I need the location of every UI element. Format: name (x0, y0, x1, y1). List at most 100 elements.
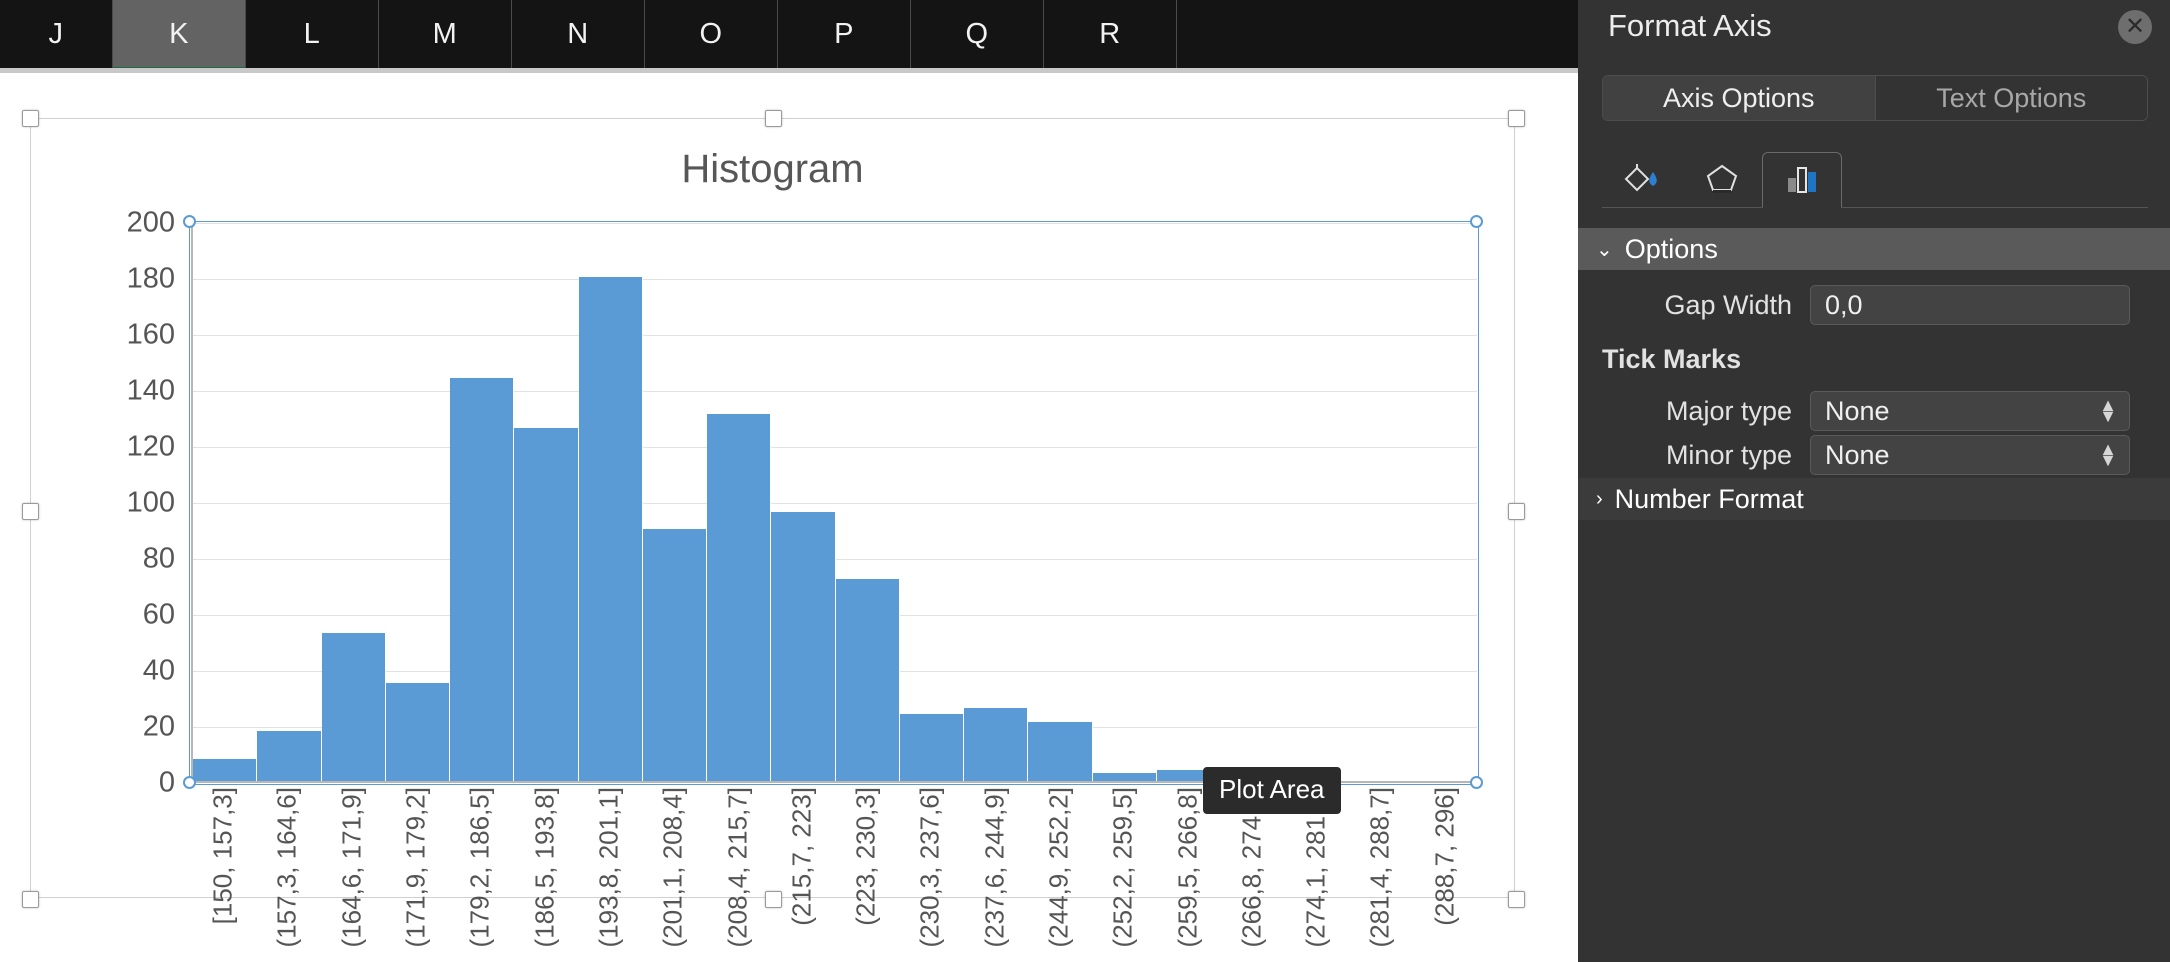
column-header-row: J K L M N O P Q R (0, 0, 1578, 72)
y-axis-tick-label: 160 (126, 318, 175, 351)
x-axis-tick-label-cell: (201,1, 208,4] (641, 787, 705, 962)
chart-handle-top-center[interactable] (765, 110, 782, 127)
chart-handle-top-right[interactable] (1508, 110, 1525, 127)
chart-handle-top-left[interactable] (22, 110, 39, 127)
y-axis-tick-label: 120 (126, 430, 175, 463)
bar[interactable] (578, 277, 643, 781)
bar[interactable] (450, 377, 515, 781)
x-axis-tick-label-cell: (186,5, 193,8] (512, 787, 576, 962)
format-axis-panel: Format Axis ✕ Axis Options Text Options (1578, 0, 2170, 962)
plot-handle-top-left[interactable] (183, 215, 196, 228)
x-axis-tick-label-cell: (230,3, 237,6] (898, 787, 962, 962)
options-section-header[interactable]: ⌄ Options (1578, 228, 2170, 270)
column-header-l[interactable]: L (246, 0, 379, 68)
x-axis-tick-label: (252,2, 259,5] (1107, 787, 1138, 948)
panel-icon-tab-group (1602, 152, 2148, 208)
x-axis-tick-label-cell: (208,4, 215,7] (705, 787, 769, 962)
major-type-row: Major type None ▲ ▼ (1578, 388, 2170, 434)
plot-handle-top-right[interactable] (1470, 215, 1483, 228)
bar-series[interactable] (193, 223, 1477, 781)
y-axis-tick-label: 100 (126, 486, 175, 519)
column-header-r[interactable]: R (1044, 0, 1177, 68)
column-header-label: P (834, 17, 854, 50)
bar[interactable] (899, 713, 964, 781)
chart-handle-bottom-left[interactable] (22, 891, 39, 908)
bar[interactable] (193, 758, 258, 781)
column-header-o[interactable]: O (645, 0, 778, 68)
bar[interactable] (964, 708, 1029, 781)
options-section-label: Options (1624, 233, 1718, 264)
x-axis-tick-label-cell: (171,9, 179,2] (384, 787, 448, 962)
close-icon[interactable]: ✕ (2118, 10, 2152, 44)
effects-icon[interactable] (1682, 151, 1762, 207)
x-axis-tick-label-cell: (157,3, 164,6] (255, 787, 319, 962)
x-axis-tick-label: (215,7, 223] (786, 787, 817, 926)
column-header-j[interactable]: J (0, 0, 113, 68)
major-type-value: None (1825, 395, 1890, 426)
chart-plot-wrapper: 200 180 160 140 120 100 80 60 40 20 0 (119, 207, 1483, 799)
column-header-label: O (699, 17, 723, 50)
bar[interactable] (1092, 772, 1157, 781)
bar[interactable] (642, 529, 707, 781)
app-root: JKLMNOPQR Histogram 200 180 160 140 120 100 80… (0, 0, 2170, 962)
plot-area[interactable] (191, 223, 1477, 783)
plot-handle-bottom-right[interactable] (1470, 776, 1483, 789)
x-axis-tick-label: (179,2, 186,5] (464, 787, 495, 948)
x-axis-tick-label-cell: (244,9, 252,2] (1027, 787, 1091, 962)
x-axis-tick-label: (157,3, 164,6] (271, 787, 302, 948)
chart-handle-middle-right[interactable] (1508, 503, 1525, 520)
x-axis-tick-label: (237,6, 244,9] (979, 787, 1010, 948)
chevron-down-icon: ⌄ (1596, 238, 1613, 261)
major-type-select[interactable]: None ▲ ▼ (1810, 391, 2130, 431)
bar[interactable] (321, 632, 386, 781)
minor-type-select[interactable]: None ▲ ▼ (1810, 435, 2130, 475)
y-axis-tick-label: 60 (142, 598, 175, 631)
bar[interactable] (257, 730, 322, 781)
column-header-p[interactable]: P (778, 0, 911, 68)
tab-label: Axis Options (1662, 82, 1815, 113)
column-header-q[interactable]: Q (911, 0, 1044, 68)
x-axis-tick-label-cell: (252,2, 259,5] (1091, 787, 1155, 962)
x-axis-tick-label: (193,8, 201,1] (593, 787, 624, 948)
x-axis-tick-label: (164,6, 171,9] (336, 787, 367, 948)
gap-width-input[interactable]: 0,0 (1810, 285, 2130, 325)
chevron-right-icon: › (1596, 487, 1603, 510)
x-axis-tick-label-cell: (215,7, 223] (770, 787, 834, 962)
chart-handle-middle-left[interactable] (22, 503, 39, 520)
x-axis-tick-label: [150, 157,3] (207, 787, 238, 925)
column-header-k[interactable]: K (113, 0, 246, 72)
tab-label: Text Options (1936, 82, 2087, 113)
bar[interactable] (514, 428, 579, 781)
x-axis-tick-label: (186,5, 193,8] (529, 787, 560, 948)
axis-options-icon[interactable] (1762, 152, 1842, 208)
bar[interactable] (1028, 722, 1093, 781)
minor-type-row: Minor type None ▲ ▼ (1578, 432, 2170, 478)
y-axis-tick-labels[interactable]: 200 180 160 140 120 100 80 60 40 20 0 (119, 207, 183, 799)
chart-handle-bottom-right[interactable] (1508, 891, 1525, 908)
column-header-n[interactable]: N (512, 0, 645, 68)
stepper-icon[interactable]: ▲ ▼ (2099, 396, 2117, 425)
bar[interactable] (385, 683, 450, 781)
tab-text-options[interactable]: Text Options (1874, 76, 2147, 120)
bar[interactable] (707, 414, 772, 781)
x-axis-tick-label: (259,5, 266,8] (1172, 787, 1203, 948)
chart-object[interactable]: Histogram 200 180 160 140 120 100 80 60 40 20 0 [1… (22, 110, 1525, 947)
chart-handle-bottom-center[interactable] (765, 891, 782, 908)
x-axis-tick-label: (223, 230,3] (850, 787, 881, 926)
x-axis-tick-label: (208,4, 215,7] (722, 787, 753, 948)
tab-axis-options[interactable]: Axis Options (1603, 76, 1875, 120)
column-header-m[interactable]: M (379, 0, 512, 68)
minor-type-value: None (1825, 439, 1890, 470)
y-axis-tick-label: 180 (126, 262, 175, 295)
plot-handle-bottom-left[interactable] (183, 776, 196, 789)
bar[interactable] (835, 579, 900, 781)
chart-title[interactable]: Histogram (31, 147, 1514, 192)
fill-and-line-icon[interactable] (1602, 151, 1682, 207)
stepper-icon[interactable]: ▲ ▼ (2099, 440, 2117, 469)
y-axis-tick-label: 0 (158, 766, 175, 799)
x-axis-tick-label: (288,7, 296] (1429, 787, 1460, 926)
x-axis-tick-label-cell: (164,6, 171,9] (320, 787, 384, 962)
x-axis-tick-label: (281,4, 288,7] (1364, 787, 1395, 948)
number-format-section-header[interactable]: › Number Format (1578, 478, 2170, 520)
bar[interactable] (771, 512, 836, 781)
